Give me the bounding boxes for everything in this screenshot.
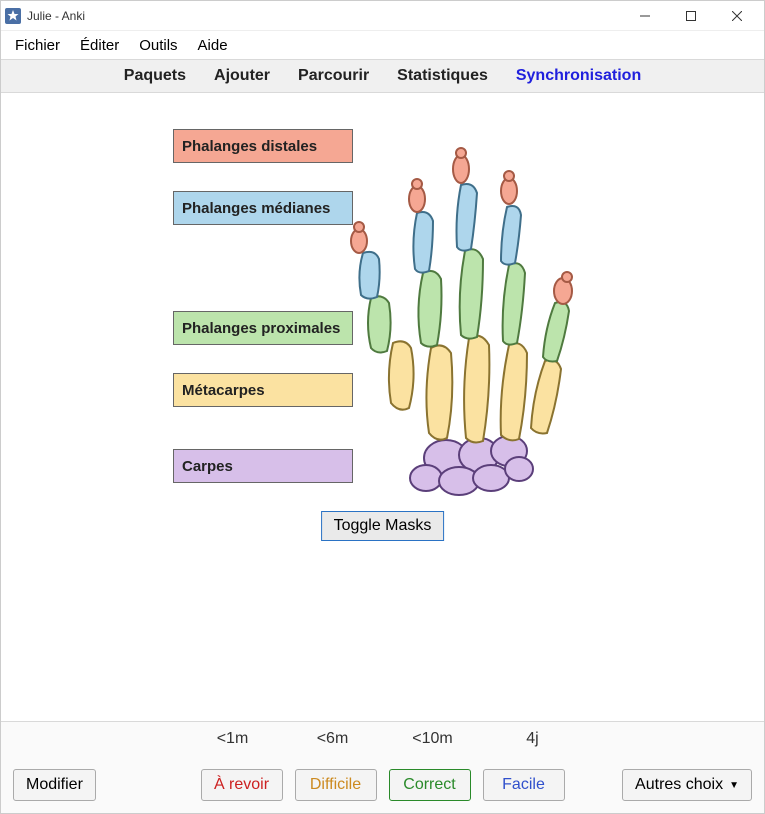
- rate-hard-button[interactable]: Difficile: [295, 769, 377, 801]
- card-content: Phalanges distales Phalanges médianes Ph…: [1, 93, 764, 721]
- menu-file[interactable]: Fichier: [9, 35, 66, 56]
- label-phalanges-medianes: Phalanges médianes: [173, 191, 353, 225]
- toolbar: Paquets Ajouter Parcourir Statistiques S…: [1, 59, 764, 93]
- rate-easy-button[interactable]: Facile: [483, 769, 565, 801]
- label-phalanges-distales: Phalanges distales: [173, 129, 353, 163]
- window-title: Julie - Anki: [27, 9, 85, 23]
- hand-skeleton-image: [331, 113, 611, 513]
- interval-row: <1m <6m <10m 4j: [1, 730, 764, 748]
- tab-browse[interactable]: Parcourir: [298, 67, 369, 85]
- tab-sync[interactable]: Synchronisation: [516, 67, 641, 85]
- menu-tools[interactable]: Outils: [133, 35, 183, 56]
- maximize-button[interactable]: [668, 1, 714, 31]
- label-metacarpes: Métacarpes: [173, 373, 353, 407]
- toggle-masks-button[interactable]: Toggle Masks: [321, 511, 445, 541]
- minimize-button[interactable]: [622, 1, 668, 31]
- rate-again-button[interactable]: À revoir: [201, 769, 283, 801]
- menubar: Fichier Éditer Outils Aide: [1, 31, 764, 59]
- interval-good: <10m: [398, 730, 468, 748]
- label-carpes: Carpes: [173, 449, 353, 483]
- tab-add[interactable]: Ajouter: [214, 67, 270, 85]
- label-phalanges-proximales: Phalanges proximales: [173, 311, 353, 345]
- review-bar: <1m <6m <10m 4j Modifier À revoir Diffic…: [1, 721, 764, 813]
- tab-decks[interactable]: Paquets: [124, 67, 186, 85]
- rate-good-button[interactable]: Correct: [389, 769, 471, 801]
- close-button[interactable]: [714, 1, 760, 31]
- menu-help[interactable]: Aide: [192, 35, 234, 56]
- interval-hard: <6m: [298, 730, 368, 748]
- window-controls: [622, 1, 760, 31]
- rating-buttons: À revoir Difficile Correct Facile: [1, 769, 764, 801]
- tab-stats[interactable]: Statistiques: [397, 67, 488, 85]
- interval-easy: 4j: [498, 730, 568, 748]
- titlebar: Julie - Anki: [1, 1, 764, 31]
- interval-again: <1m: [198, 730, 268, 748]
- menu-edit[interactable]: Éditer: [74, 35, 125, 56]
- anki-icon: [5, 8, 21, 24]
